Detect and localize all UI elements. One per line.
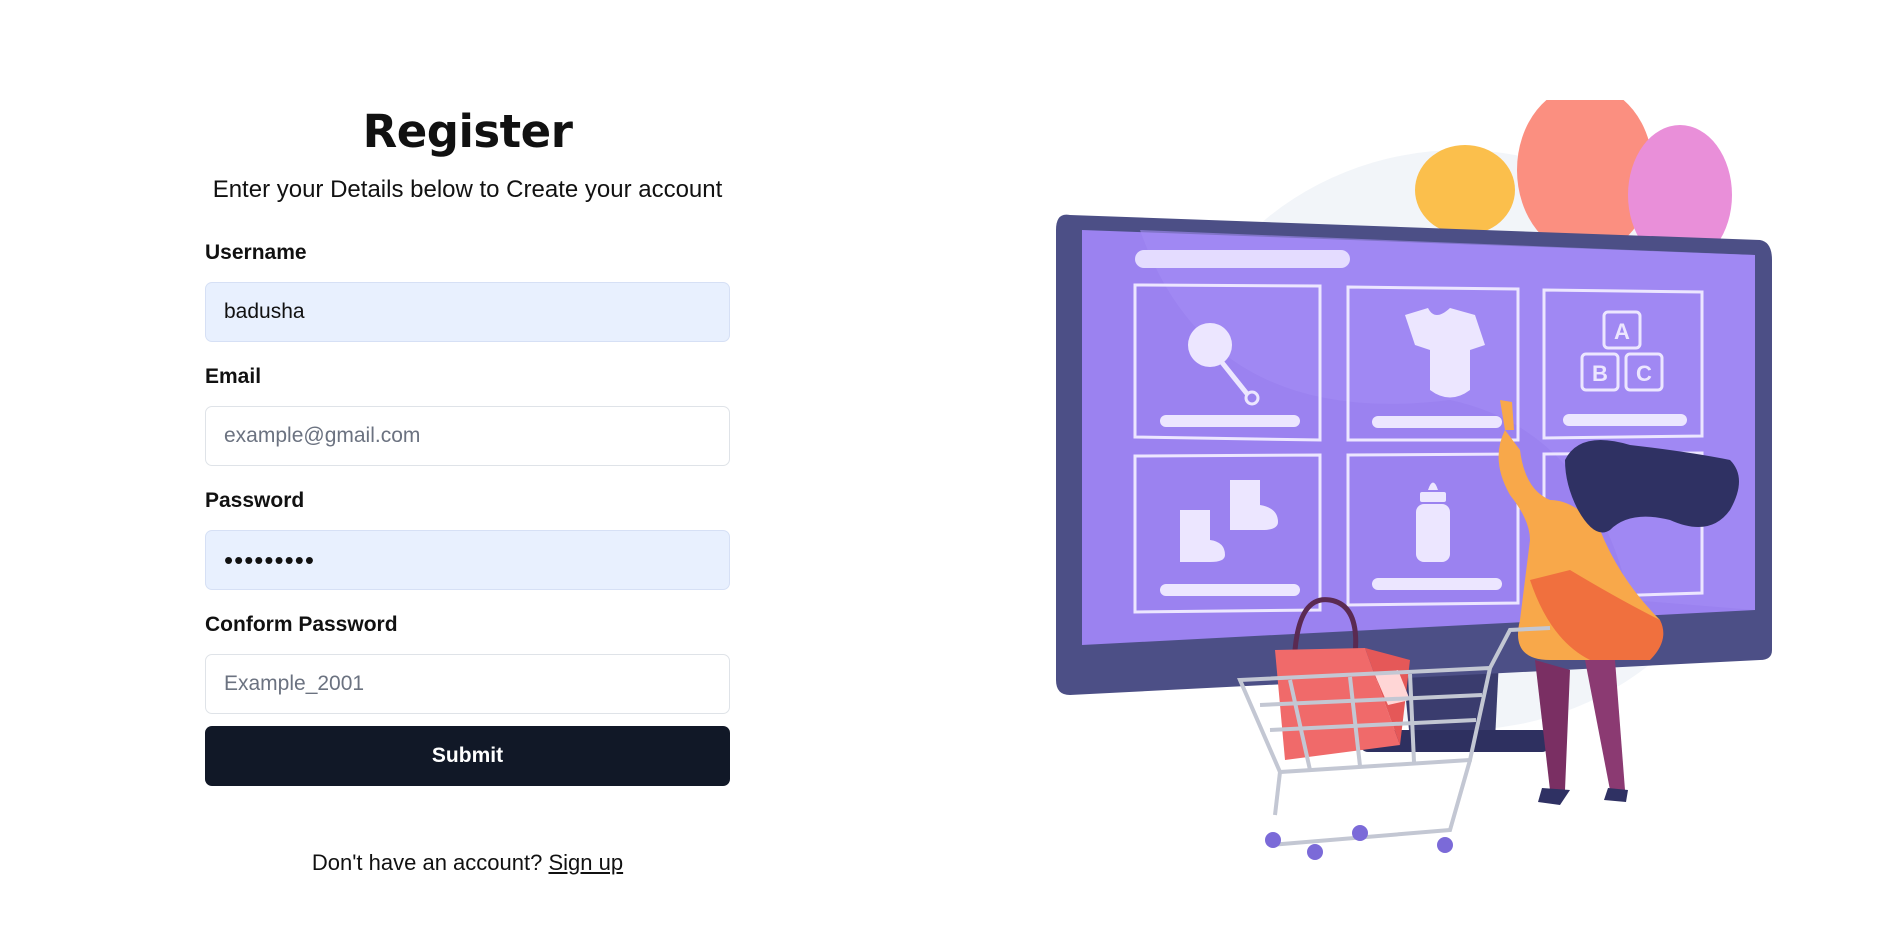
username-label: Username: [205, 241, 307, 264]
confirm-password-input[interactable]: [205, 654, 730, 714]
email-label: Email: [205, 365, 262, 388]
username-input[interactable]: [205, 282, 730, 342]
signup-link[interactable]: Sign up: [548, 850, 623, 875]
block-letter-a: A: [1614, 319, 1630, 344]
password-input[interactable]: [205, 530, 730, 590]
email-input[interactable]: [205, 406, 730, 466]
submit-button[interactable]: Submit: [205, 726, 730, 786]
online-shopping-illustration: A B C: [1056, 100, 1772, 860]
block-letter-c: C: [1636, 361, 1652, 386]
signup-prompt-text: Don't have an account?: [311, 850, 543, 875]
signup-prompt: Don't have an account? Sign up: [205, 850, 730, 876]
baby-bottle-icon: [1416, 482, 1450, 562]
page-subtitle: Enter your Details below to Create your …: [212, 176, 723, 203]
password-label: Password: [205, 489, 305, 512]
confirm-password-label: Conform Password: [205, 613, 398, 636]
block-letter-b: B: [1592, 361, 1608, 386]
register-form: Register Enter your Details below to Cre…: [205, 100, 730, 876]
page-title: Register: [362, 105, 573, 158]
